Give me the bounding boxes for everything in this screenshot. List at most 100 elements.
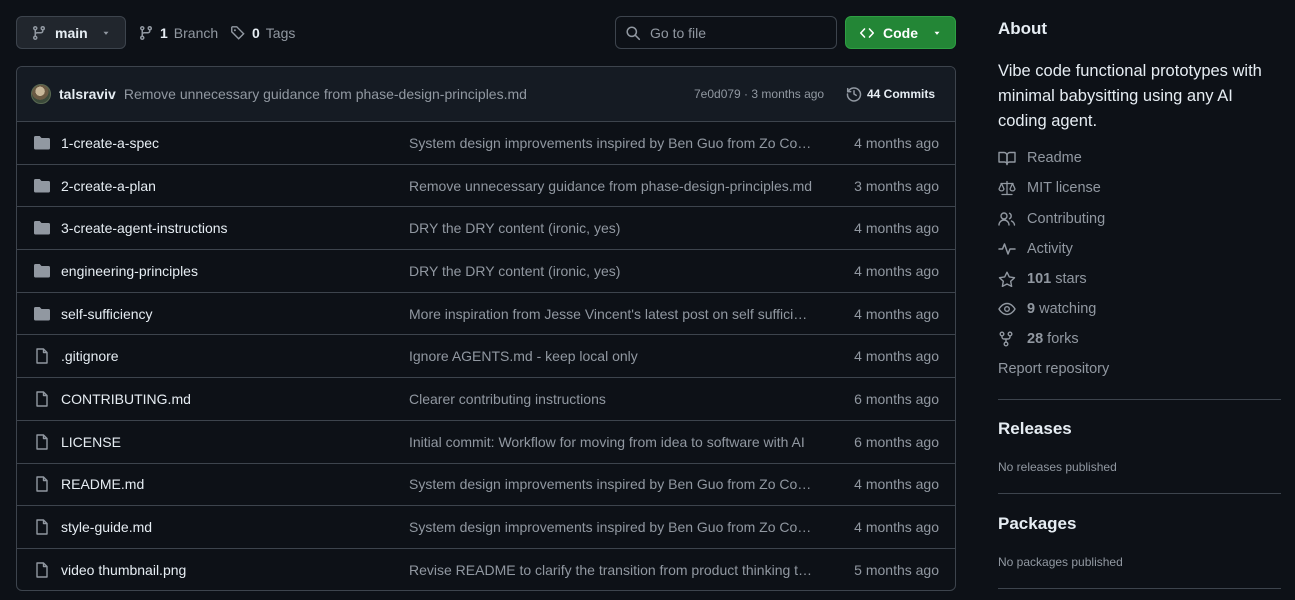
commit-author[interactable]: talsraviv (59, 86, 116, 102)
folder-icon (33, 135, 51, 151)
code-button-label: Code (883, 24, 918, 41)
table-row[interactable]: video thumbnail.png Revise README to clar… (17, 549, 955, 590)
file-commit-message-link[interactable]: System design improvements inspired by B… (409, 476, 813, 492)
file-name-link[interactable]: 1-create-a-spec (61, 135, 159, 151)
history-icon (846, 86, 862, 102)
file-commit-date: 6 months ago (854, 433, 939, 450)
file-icon (33, 391, 51, 407)
table-row[interactable]: style-guide.md System design improvements… (17, 506, 955, 549)
file-name-link[interactable]: 3-create-agent-instructions (61, 220, 228, 236)
file-commit-message-link[interactable]: Remove unnecessary guidance from phase-d… (409, 178, 813, 194)
file-name-link[interactable]: engineering-principles (61, 263, 198, 279)
file-name-link[interactable]: README.md (61, 476, 144, 492)
file-commit-message-link[interactable]: DRY the DRY content (ironic, yes) (409, 220, 813, 236)
code-button[interactable]: Code (845, 16, 956, 49)
file-commit-message-link[interactable]: Revise README to clarify the transition … (409, 562, 813, 578)
sidebar-divider (998, 399, 1281, 400)
file-commit-date: 6 months ago (854, 390, 939, 407)
forks-link[interactable]: 28 forks (998, 331, 1079, 347)
commits-count: 44 Commits (867, 87, 936, 101)
table-row[interactable]: CONTRIBUTING.md Clearer contributing inst… (17, 378, 955, 421)
file-name-link[interactable]: .gitignore (61, 348, 119, 364)
search-icon (625, 25, 641, 41)
file-name-link[interactable]: LICENSE (61, 434, 121, 450)
table-row[interactable]: .gitignore Ignore AGENTS.md - keep local … (17, 335, 955, 379)
license-label: MIT license (1027, 180, 1101, 196)
file-browser: talsraviv Remove unnecessary guidance fr… (16, 66, 956, 591)
tag-count: 0 (252, 24, 260, 41)
stars-label: stars (1055, 271, 1087, 287)
file-name-link[interactable]: style-guide.md (61, 519, 152, 535)
table-row[interactable]: engineering-principles DRY the DRY conten… (17, 250, 955, 293)
file-name-link[interactable]: CONTRIBUTING.md (61, 391, 191, 407)
report-label: Report repository (998, 361, 1110, 377)
file-commit-date: 3 months ago (854, 177, 939, 194)
table-row[interactable]: self-sufficiency More inspiration from Je… (17, 293, 955, 336)
releases-note: No releases published (998, 460, 1117, 474)
tag-icon (230, 25, 246, 41)
file-commit-date: 4 months ago (854, 134, 939, 151)
file-commit-message-link[interactable]: More inspiration from Jesse Vincent's la… (409, 306, 813, 322)
file-name-link[interactable]: self-sufficiency (61, 306, 153, 322)
tags-link[interactable]: 0 Tags (230, 16, 295, 49)
avatar[interactable] (31, 84, 51, 104)
eye-icon (998, 301, 1018, 317)
file-commit-date: 4 months ago (854, 262, 939, 279)
file-commit-message-link[interactable]: Ignore AGENTS.md - keep local only (409, 348, 813, 364)
branches-link[interactable]: 1 Branch (138, 16, 218, 49)
file-commit-message-link[interactable]: System design improvements inspired by B… (409, 519, 813, 535)
table-row[interactable]: README.md System design improvements insp… (17, 464, 955, 507)
latest-commit-bar: talsraviv Remove unnecessary guidance fr… (17, 67, 955, 122)
report-repository-link[interactable]: Report repository (998, 361, 1109, 377)
commit-hash-age: 7e0d079 · 3 months ago (694, 87, 824, 101)
stars-link[interactable]: 101 stars (998, 271, 1087, 287)
commit-message[interactable]: Remove unnecessary guidance from phase-d… (124, 86, 527, 102)
chevron-down-icon (932, 28, 942, 38)
code-icon (859, 25, 875, 41)
file-commit-date: 4 months ago (854, 348, 939, 365)
pulse-icon (998, 241, 1018, 257)
commit-age: 3 months ago (751, 87, 825, 101)
file-commit-date: 4 months ago (854, 476, 939, 493)
folder-icon (33, 306, 51, 322)
file-commit-message-link[interactable]: Clearer contributing instructions (409, 391, 813, 407)
table-row[interactable]: LICENSE Initial commit: Workflow for movi… (17, 421, 955, 464)
table-row[interactable]: 2-create-a-plan Remove unnecessary guidan… (17, 165, 955, 208)
file-name-link[interactable]: video thumbnail.png (61, 562, 186, 578)
contributing-link[interactable]: Contributing (998, 211, 1105, 227)
file-icon (33, 476, 51, 493)
go-to-file-box[interactable] (615, 16, 837, 49)
license-link[interactable]: MIT license (998, 180, 1101, 196)
tag-label: Tags (265, 24, 296, 41)
table-row[interactable]: 3-create-agent-instructions DRY the DRY c… (17, 207, 955, 251)
go-to-file-input[interactable] (650, 24, 820, 41)
stars-count: 101 (1027, 271, 1052, 287)
readme-link[interactable]: Readme (998, 150, 1082, 166)
file-commit-message-link[interactable]: DRY the DRY content (ironic, yes) (409, 263, 813, 279)
book-icon (998, 150, 1018, 166)
file-list: 1-create-a-spec System design improvement… (17, 122, 955, 590)
file-name-link[interactable]: 2-create-a-plan (61, 178, 156, 194)
file-icon (33, 348, 51, 364)
readme-label: Readme (1027, 150, 1082, 166)
watching-link[interactable]: 9 watching (998, 301, 1096, 317)
contributing-label: Contributing (1027, 211, 1106, 227)
watching-label: watching (1039, 301, 1097, 317)
packages-heading[interactable]: Packages (998, 514, 1076, 534)
table-row[interactable]: 1-create-a-spec System design improvement… (17, 122, 955, 165)
commits-history-link[interactable]: 44 Commits (846, 86, 935, 102)
sidebar-divider (998, 493, 1281, 494)
activity-link[interactable]: Activity (998, 241, 1073, 257)
file-commit-date: 4 months ago (854, 519, 939, 536)
file-commit-date: 5 months ago (854, 562, 939, 579)
file-icon (33, 433, 51, 450)
folder-icon (33, 263, 51, 279)
activity-label: Activity (1027, 241, 1073, 257)
releases-heading[interactable]: Releases (998, 419, 1072, 439)
file-commit-message-link[interactable]: Initial commit: Workflow for moving from… (409, 434, 813, 450)
file-commit-message-link[interactable]: System design improvements inspired by B… (409, 135, 813, 151)
packages-note: No packages published (998, 555, 1123, 569)
commit-hash[interactable]: 7e0d079 (694, 87, 741, 101)
git-branch-icon (138, 25, 154, 41)
branch-selector-button[interactable]: main (16, 16, 126, 49)
